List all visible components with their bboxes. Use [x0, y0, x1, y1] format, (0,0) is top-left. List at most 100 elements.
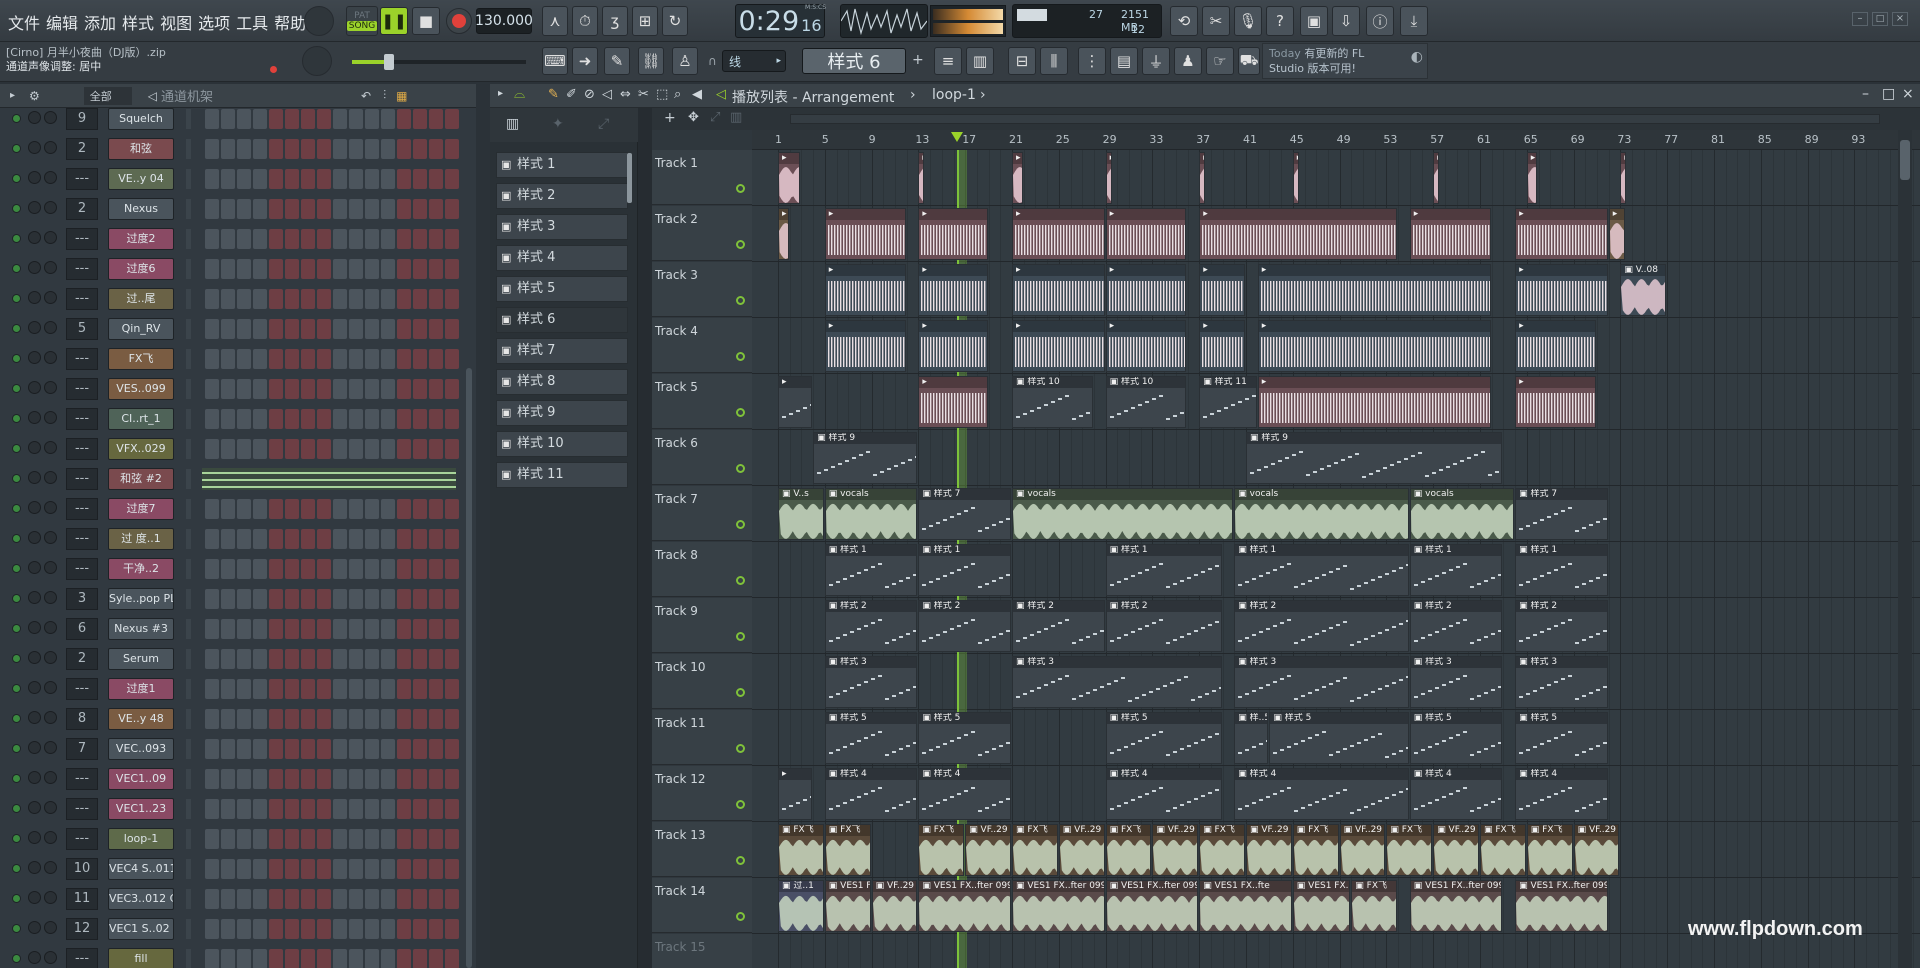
step-button[interactable]: [237, 229, 251, 249]
rack-undo-icon[interactable]: ↶: [361, 89, 371, 103]
channel-mixer-track[interactable]: ---: [66, 348, 98, 370]
track-mute-led[interactable]: [736, 576, 745, 585]
step-button[interactable]: [317, 829, 331, 849]
step-button[interactable]: [381, 619, 395, 639]
channel-name-button[interactable]: VEC..093: [108, 738, 174, 760]
step-button[interactable]: [397, 889, 411, 909]
playlist-clip[interactable]: ▸: [918, 320, 988, 372]
pattern-item[interactable]: 样式 3 ▣: [496, 214, 628, 240]
step-button[interactable]: [333, 919, 347, 939]
step-button[interactable]: [381, 559, 395, 579]
channel-pan-knob[interactable]: [44, 471, 57, 484]
channel-name-button[interactable]: VEC3..012 C: [108, 888, 174, 910]
step-button[interactable]: [349, 649, 363, 669]
step-button[interactable]: [237, 289, 251, 309]
channel-row[interactable]: --- CI..rt_1: [0, 404, 476, 434]
step-button[interactable]: [413, 199, 427, 219]
step-button[interactable]: [365, 409, 379, 429]
rack-scrollbar[interactable]: [466, 368, 472, 968]
step-button[interactable]: [365, 169, 379, 189]
step-button[interactable]: [301, 859, 315, 879]
step-button[interactable]: [413, 259, 427, 279]
channel-mute-led[interactable]: [12, 624, 21, 633]
step-button[interactable]: [381, 589, 395, 609]
paint-tool-icon[interactable]: ✐: [566, 87, 577, 102]
export-button[interactable]: ⇩: [1332, 6, 1360, 36]
channel-name-button[interactable]: loop-1: [108, 828, 174, 850]
resize-icon[interactable]: ⤢: [710, 110, 720, 125]
step-button[interactable]: [333, 439, 347, 459]
channel-name-button[interactable]: 过度6: [108, 258, 174, 280]
channel-volume-knob[interactable]: [28, 741, 41, 754]
step-button[interactable]: [333, 229, 347, 249]
step-button[interactable]: [253, 889, 267, 909]
step-button[interactable]: [365, 739, 379, 759]
step-button[interactable]: [381, 889, 395, 909]
step-button[interactable]: [397, 319, 411, 339]
step-button[interactable]: [429, 229, 443, 249]
step-button[interactable]: [413, 709, 427, 729]
track-header[interactable]: Track 3: [652, 262, 762, 317]
step-button[interactable]: [237, 409, 251, 429]
step-button[interactable]: [285, 589, 299, 609]
playlist-clip[interactable]: ▸: [1012, 264, 1105, 316]
playlist-clip[interactable]: ▣ 样式 4: [1515, 768, 1608, 820]
playlist-clip[interactable]: ▸: [1012, 152, 1023, 204]
step-button[interactable]: [413, 529, 427, 549]
playlist-clip[interactable]: ▣ 样式 2: [1234, 600, 1409, 652]
step-button[interactable]: [413, 619, 427, 639]
step-button[interactable]: [397, 139, 411, 159]
step-button[interactable]: [269, 709, 283, 729]
step-button[interactable]: [333, 499, 347, 519]
step-button[interactable]: [349, 559, 363, 579]
step-button[interactable]: [317, 559, 331, 579]
channel-row[interactable]: 3 Syle..pop PL: [0, 584, 476, 614]
step-button[interactable]: [285, 139, 299, 159]
step-button[interactable]: [397, 229, 411, 249]
channel-name-button[interactable]: FX飞: [108, 348, 174, 370]
step-button[interactable]: [445, 109, 459, 129]
channel-mute-led[interactable]: [12, 594, 21, 603]
step-button[interactable]: [285, 229, 299, 249]
piano-roll-button[interactable]: ▥: [966, 47, 994, 75]
step-button[interactable]: [445, 199, 459, 219]
step-button[interactable]: [333, 769, 347, 789]
step-button[interactable]: [381, 109, 395, 129]
step-button[interactable]: [429, 499, 443, 519]
menu-patterns[interactable]: 样式: [120, 8, 156, 36]
step-button[interactable]: [381, 379, 395, 399]
channel-row[interactable]: --- 过..尾: [0, 284, 476, 314]
step-button[interactable]: [269, 379, 283, 399]
step-button[interactable]: [205, 559, 219, 579]
playlist-minimize-icon[interactable]: –: [1862, 86, 1869, 102]
step-button[interactable]: [333, 589, 347, 609]
step-button[interactable]: [381, 139, 395, 159]
step-button[interactable]: [333, 289, 347, 309]
channel-volume-knob[interactable]: [28, 531, 41, 544]
playback-tool-icon[interactable]: ◀: [692, 87, 702, 102]
step-button[interactable]: [397, 679, 411, 699]
master-volume-knob[interactable]: [304, 6, 334, 36]
move-icon[interactable]: ✥: [688, 110, 699, 125]
playlist-clip[interactable]: ▣ VF..29: [1339, 824, 1386, 876]
track-header[interactable]: Track 1: [652, 150, 762, 205]
step-button[interactable]: [381, 529, 395, 549]
step-button[interactable]: [253, 559, 267, 579]
step-button[interactable]: [429, 769, 443, 789]
step-button[interactable]: [301, 889, 315, 909]
step-button[interactable]: [285, 679, 299, 699]
channel-mixer-track[interactable]: ---: [66, 468, 98, 490]
channel-mixer-track[interactable]: 8: [66, 708, 98, 730]
playlist-menu-icon[interactable]: ▸: [498, 88, 503, 99]
step-button[interactable]: [333, 349, 347, 369]
menu-edit[interactable]: 编辑: [44, 8, 80, 36]
channel-pan-knob[interactable]: [44, 381, 57, 394]
step-button[interactable]: [205, 589, 219, 609]
step-button[interactable]: [365, 109, 379, 129]
step-button[interactable]: [333, 859, 347, 879]
step-button[interactable]: [269, 529, 283, 549]
channel-volume-knob[interactable]: [28, 561, 41, 574]
step-button[interactable]: [381, 259, 395, 279]
step-button[interactable]: [349, 139, 363, 159]
channel-volume-knob[interactable]: [28, 591, 41, 604]
